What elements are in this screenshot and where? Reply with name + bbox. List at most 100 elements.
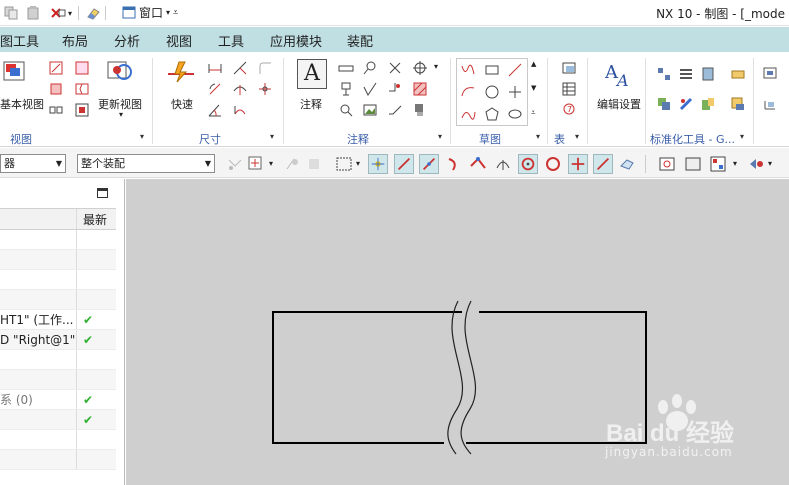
chevron-down-icon[interactable]: ▾ xyxy=(119,110,123,119)
maximize-icon[interactable] xyxy=(97,188,108,198)
target-point-icon[interactable] xyxy=(412,60,428,76)
view-layout-icon[interactable] xyxy=(708,154,728,174)
parts-list-icon[interactable] xyxy=(561,81,577,97)
orient-view-icon[interactable] xyxy=(746,154,766,174)
select-feature-icon[interactable] xyxy=(282,154,302,174)
perimeter-dimension-icon[interactable] xyxy=(257,60,273,76)
table-row[interactable] xyxy=(0,450,116,470)
table-row[interactable] xyxy=(0,250,116,270)
chevron-down-icon[interactable]: ▾ xyxy=(733,159,737,168)
standard-tool-1-icon[interactable] xyxy=(656,66,672,82)
tab-drafting-tools[interactable]: 图工具 xyxy=(0,31,39,50)
chevron-down-icon[interactable]: ▾ xyxy=(140,132,144,141)
balloon-icon[interactable] xyxy=(362,60,378,76)
rapid-dimension-icon[interactable] xyxy=(166,60,196,84)
snap-point-icon[interactable] xyxy=(246,154,266,174)
cross-icon[interactable] xyxy=(387,60,403,76)
snap-bounded-grid-icon[interactable] xyxy=(617,154,637,174)
standard-tool-6-icon[interactable] xyxy=(678,96,694,112)
delete-icon[interactable] xyxy=(50,6,66,20)
table-row[interactable] xyxy=(0,370,116,390)
table-row[interactable]: HT1" (工作... ✔ xyxy=(0,310,116,330)
auto-balloon-icon[interactable]: 7 xyxy=(561,102,577,118)
snap-intersection-icon[interactable] xyxy=(468,154,488,174)
line-icon[interactable] xyxy=(507,62,523,78)
chamfer-dimension-icon[interactable] xyxy=(232,60,248,76)
circle-icon[interactable] xyxy=(484,84,500,100)
chevron-down-icon[interactable]: ▾ xyxy=(269,159,273,168)
standard-tool-2-icon[interactable] xyxy=(678,66,694,82)
arc-icon[interactable] xyxy=(460,84,476,100)
view-create-icon[interactable] xyxy=(74,60,90,76)
chevron-down-icon[interactable]: ▾ xyxy=(270,132,274,141)
chevron-down-icon[interactable]: ▾ xyxy=(68,9,72,18)
detail-view-icon[interactable] xyxy=(48,102,64,118)
selection-scope-select[interactable]: 整个装配 ▼ xyxy=(77,154,215,173)
table-row[interactable] xyxy=(0,270,116,290)
display-sheet-icon[interactable] xyxy=(683,154,703,174)
update-view-icon[interactable] xyxy=(106,58,134,84)
standard-tool-5-icon[interactable] xyxy=(656,96,672,112)
linear-dimension-icon[interactable] xyxy=(207,60,223,76)
select-body-icon[interactable] xyxy=(304,154,324,174)
magnifier-icon[interactable] xyxy=(338,102,354,118)
snap-end-point-icon[interactable] xyxy=(394,154,414,174)
projected-view-icon[interactable] xyxy=(48,60,64,76)
chevron-down-icon[interactable]: ▾ xyxy=(575,132,579,141)
table-row[interactable]: ✔ xyxy=(0,410,116,430)
chevron-down-icon[interactable]: ▾ xyxy=(438,132,442,141)
edit-settings-icon[interactable]: AA xyxy=(603,60,633,88)
eraser-icon[interactable] xyxy=(85,6,101,20)
window-menu[interactable]: 窗口 ▾ ⩡ xyxy=(122,4,178,21)
table-row[interactable] xyxy=(0,290,116,310)
chevron-down-icon[interactable]: ▾ xyxy=(434,62,438,71)
feature-control-frame-icon[interactable] xyxy=(338,60,354,76)
standard-tool-4-icon[interactable] xyxy=(730,66,746,82)
chevron-down-icon[interactable]: ▾ xyxy=(356,159,360,168)
snap-quadrant-icon[interactable] xyxy=(543,154,563,174)
polygon-icon[interactable] xyxy=(484,106,500,122)
image-icon[interactable] xyxy=(362,102,378,118)
type-filter-select[interactable]: 器 ▼ xyxy=(0,154,66,173)
table-row[interactable] xyxy=(0,430,116,450)
view-boundary-icon[interactable] xyxy=(74,102,90,118)
column-header-latest[interactable]: 最新 xyxy=(76,209,116,229)
coordinate-dimension-icon[interactable] xyxy=(257,81,273,97)
tab-application[interactable]: 应用模块 xyxy=(270,31,322,50)
center-mark-icon[interactable] xyxy=(387,81,403,97)
drawing-sheet-icon[interactable] xyxy=(657,154,677,174)
tab-view[interactable]: 视图 xyxy=(166,31,192,50)
snap-point-on-curve-icon[interactable] xyxy=(568,154,588,174)
rectangle-icon[interactable] xyxy=(484,62,500,78)
angular-dimension-icon[interactable] xyxy=(207,102,223,118)
section-view-icon[interactable] xyxy=(48,81,64,97)
radial-dimension-icon[interactable] xyxy=(207,81,223,97)
rectangle-select-icon[interactable] xyxy=(334,154,354,174)
tabular-note-icon[interactable] xyxy=(561,60,577,76)
thickness-dimension-icon[interactable] xyxy=(232,81,248,97)
scroll-down-icon[interactable]: ▼ xyxy=(531,84,536,92)
area-fill-icon[interactable] xyxy=(412,102,428,118)
table-row[interactable] xyxy=(0,350,116,370)
tab-tools[interactable]: 工具 xyxy=(218,31,244,50)
base-view-label[interactable]: 基本视图 xyxy=(0,96,44,112)
paste-icon[interactable] xyxy=(26,6,40,20)
studio-spline-icon[interactable] xyxy=(460,106,476,122)
snap-arc-center-icon[interactable] xyxy=(518,154,538,174)
edit-settings-label[interactable]: 编辑设置 xyxy=(597,96,641,112)
standard-tool-3-icon[interactable] xyxy=(700,66,716,82)
snap-mid-point-icon[interactable] xyxy=(419,154,439,174)
chevron-down-icon[interactable]: ▾ xyxy=(536,132,540,141)
column-header-name[interactable] xyxy=(0,209,76,229)
weld-symbol-icon[interactable] xyxy=(387,102,403,118)
standard-tool-9-icon[interactable] xyxy=(762,66,778,82)
table-row[interactable] xyxy=(0,230,116,250)
standard-tool-8-icon[interactable] xyxy=(730,96,746,112)
standard-tool-10-icon[interactable] xyxy=(762,96,778,112)
table-row[interactable]: D "Right@1" ✔ xyxy=(0,330,116,350)
standard-tool-7-icon[interactable] xyxy=(700,96,716,112)
break-view-icon[interactable] xyxy=(74,81,90,97)
snap-point-on-surface-icon[interactable] xyxy=(593,154,613,174)
ellipse-icon[interactable] xyxy=(507,106,523,122)
copy-icon[interactable] xyxy=(4,6,18,20)
